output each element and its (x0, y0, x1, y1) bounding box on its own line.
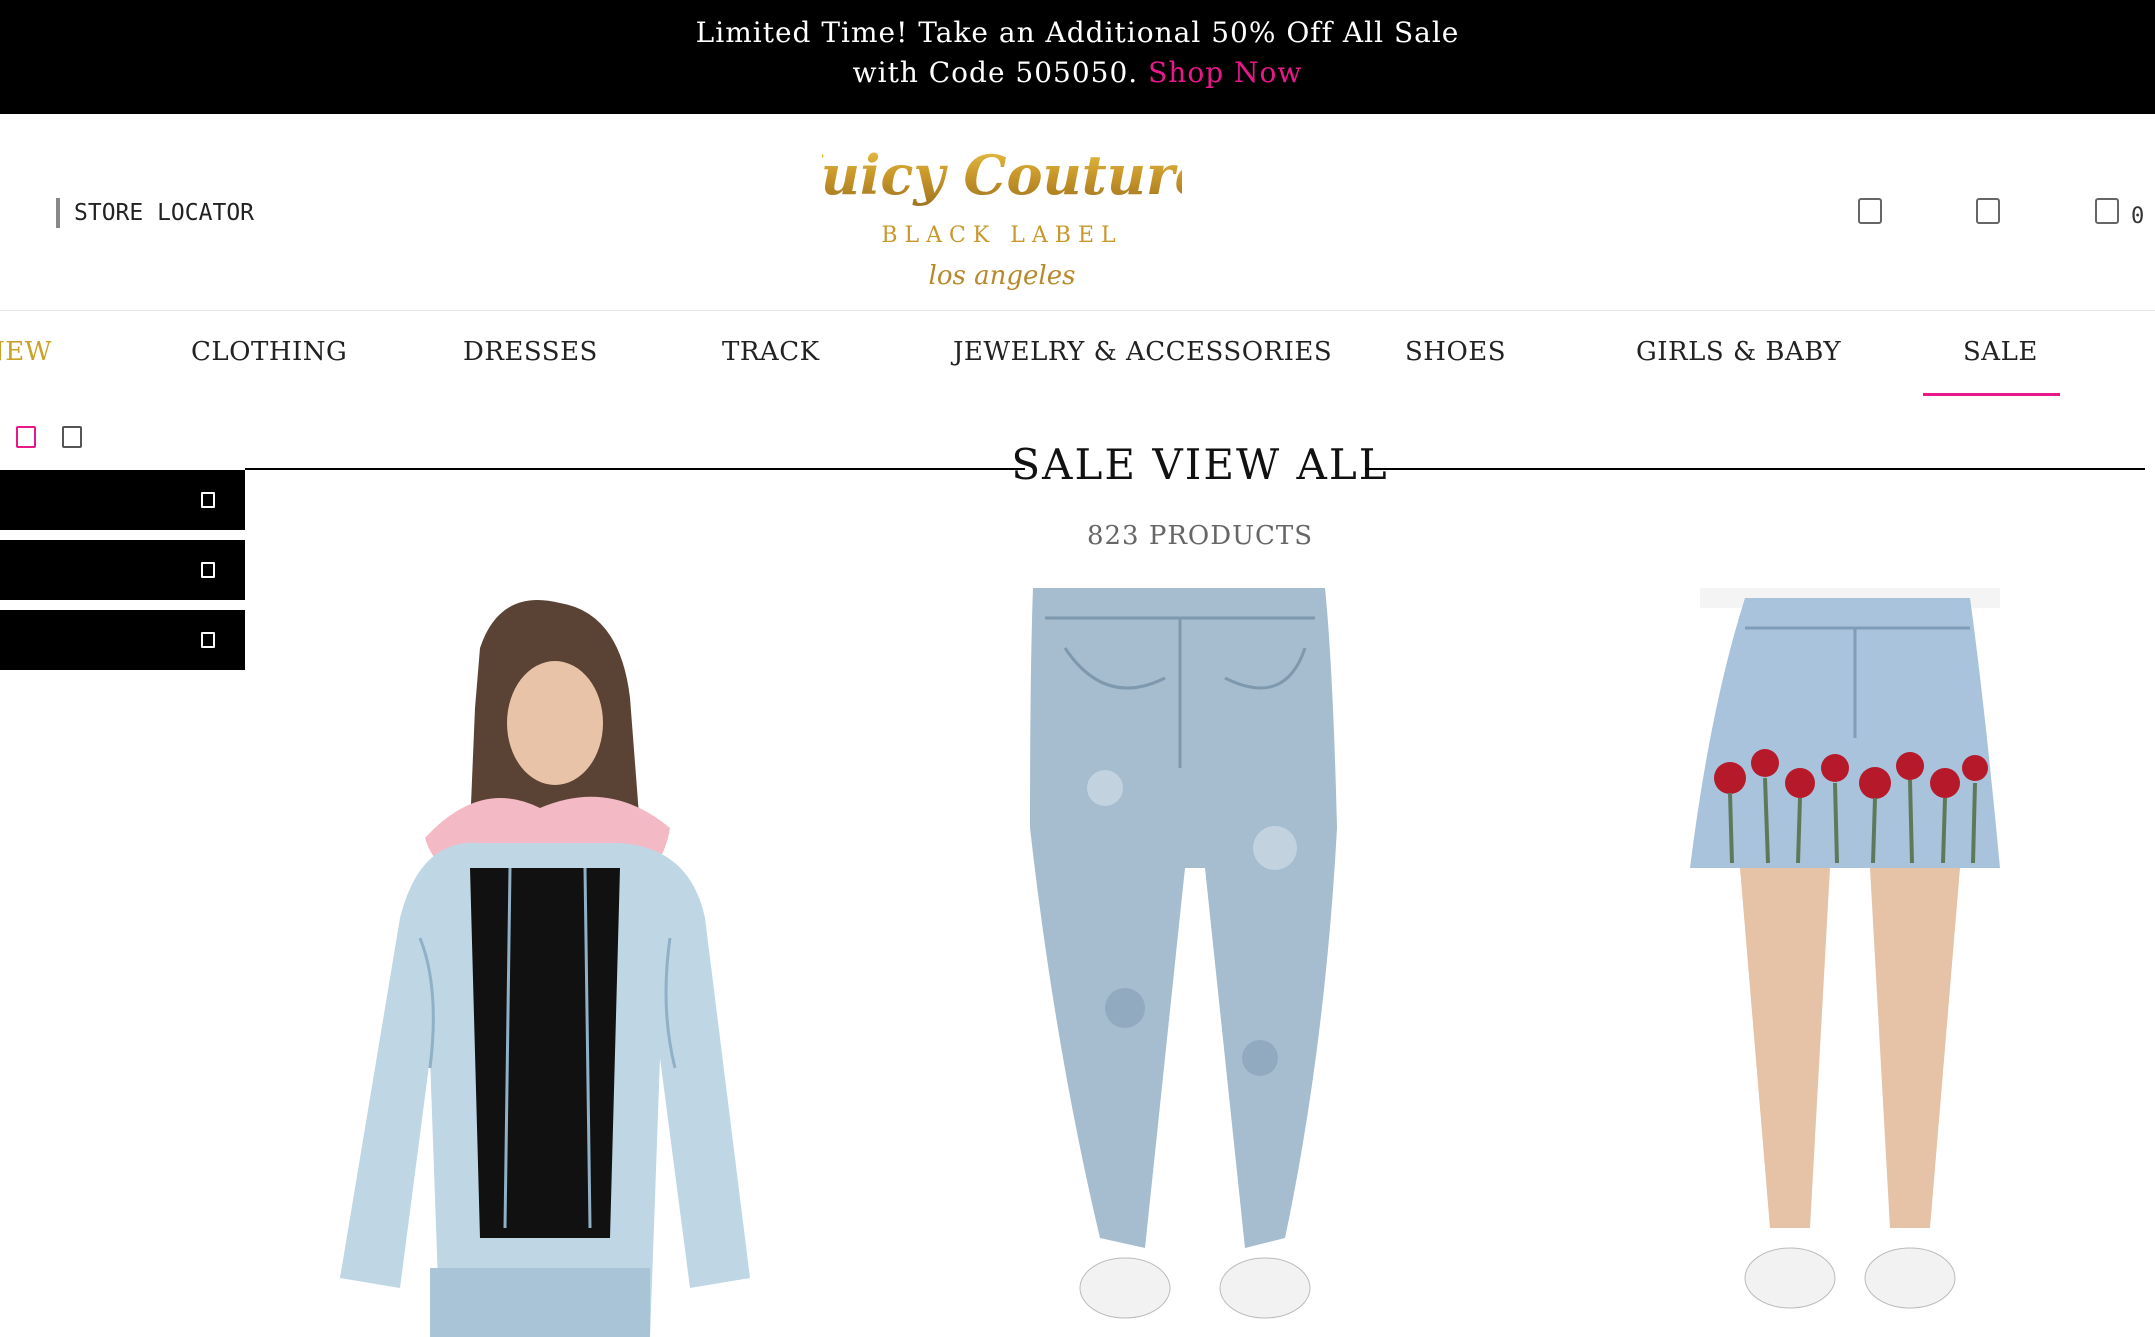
filter-button-1[interactable] (0, 470, 245, 530)
cart-count: 0 (2131, 204, 2145, 229)
nav-item-girls-baby[interactable]: GIRLS & BABY (1636, 337, 1841, 367)
store-locator-label: STORE LOCATOR (74, 200, 255, 226)
search-icon[interactable] (1858, 198, 1882, 224)
filter-button-2[interactable] (0, 540, 245, 600)
product-image-denim-jacket[interactable] (330, 588, 750, 1337)
shop-now-link[interactable]: Shop Now (1148, 56, 1302, 89)
main-nav: NEW CLOTHING DRESSES TRACK JEWELRY & ACC… (0, 311, 2155, 401)
nav-item-new[interactable]: NEW (0, 337, 52, 367)
product-image-embroidered-skirt[interactable] (1640, 588, 2060, 1337)
nav-item-track[interactable]: TRACK (722, 337, 820, 367)
cart-icon[interactable] (2095, 198, 2119, 224)
site-header: STORE LOCATOR Juicy Couture BLACK LABEL … (0, 114, 2155, 311)
account-icon[interactable] (1976, 198, 2000, 224)
filter-expand-icon (201, 562, 215, 578)
list-view-icon[interactable] (62, 426, 82, 448)
filter-expand-icon (201, 632, 215, 648)
grid-view-icon[interactable] (16, 426, 36, 448)
store-locator-divider (56, 198, 60, 228)
nav-item-shoes[interactable]: SHOES (1405, 337, 1506, 367)
logo-brand-text: Juicy Couture (822, 143, 1182, 207)
product-count: 823 PRODUCTS (1086, 521, 1314, 551)
nav-active-underline (1923, 393, 2060, 396)
product-image-acid-wash-jeans[interactable] (985, 588, 1405, 1337)
heading-rule-right (1365, 468, 2145, 470)
filter-button-3[interactable] (0, 610, 245, 670)
promo-line-2: with Code 505050. Shop Now (0, 56, 2155, 89)
heading-rule-left (245, 468, 1025, 470)
nav-item-clothing[interactable]: CLOTHING (191, 337, 347, 367)
promo-line-1: Limited Time! Take an Additional 50% Off… (695, 16, 1460, 49)
store-locator-link[interactable]: STORE LOCATOR (56, 198, 254, 228)
nav-item-sale[interactable]: SALE (1963, 337, 2038, 367)
filter-expand-icon (201, 492, 215, 508)
nav-item-dresses[interactable]: DRESSES (463, 337, 598, 367)
nav-item-jewelry-accessories[interactable]: JEWELRY & ACCESSORIES (953, 337, 1332, 367)
juicy-couture-logo[interactable]: Juicy Couture BLACK LABEL los angeles (822, 138, 1182, 298)
logo-sub-text: BLACK LABEL (881, 223, 1122, 248)
page-title: SALE VIEW ALL (1011, 440, 1389, 489)
promo-code-text: with Code 505050. (852, 56, 1139, 89)
promo-banner: Limited Time! Take an Additional 50% Off… (0, 0, 2155, 114)
logo-city-text: los angeles (929, 261, 1076, 291)
